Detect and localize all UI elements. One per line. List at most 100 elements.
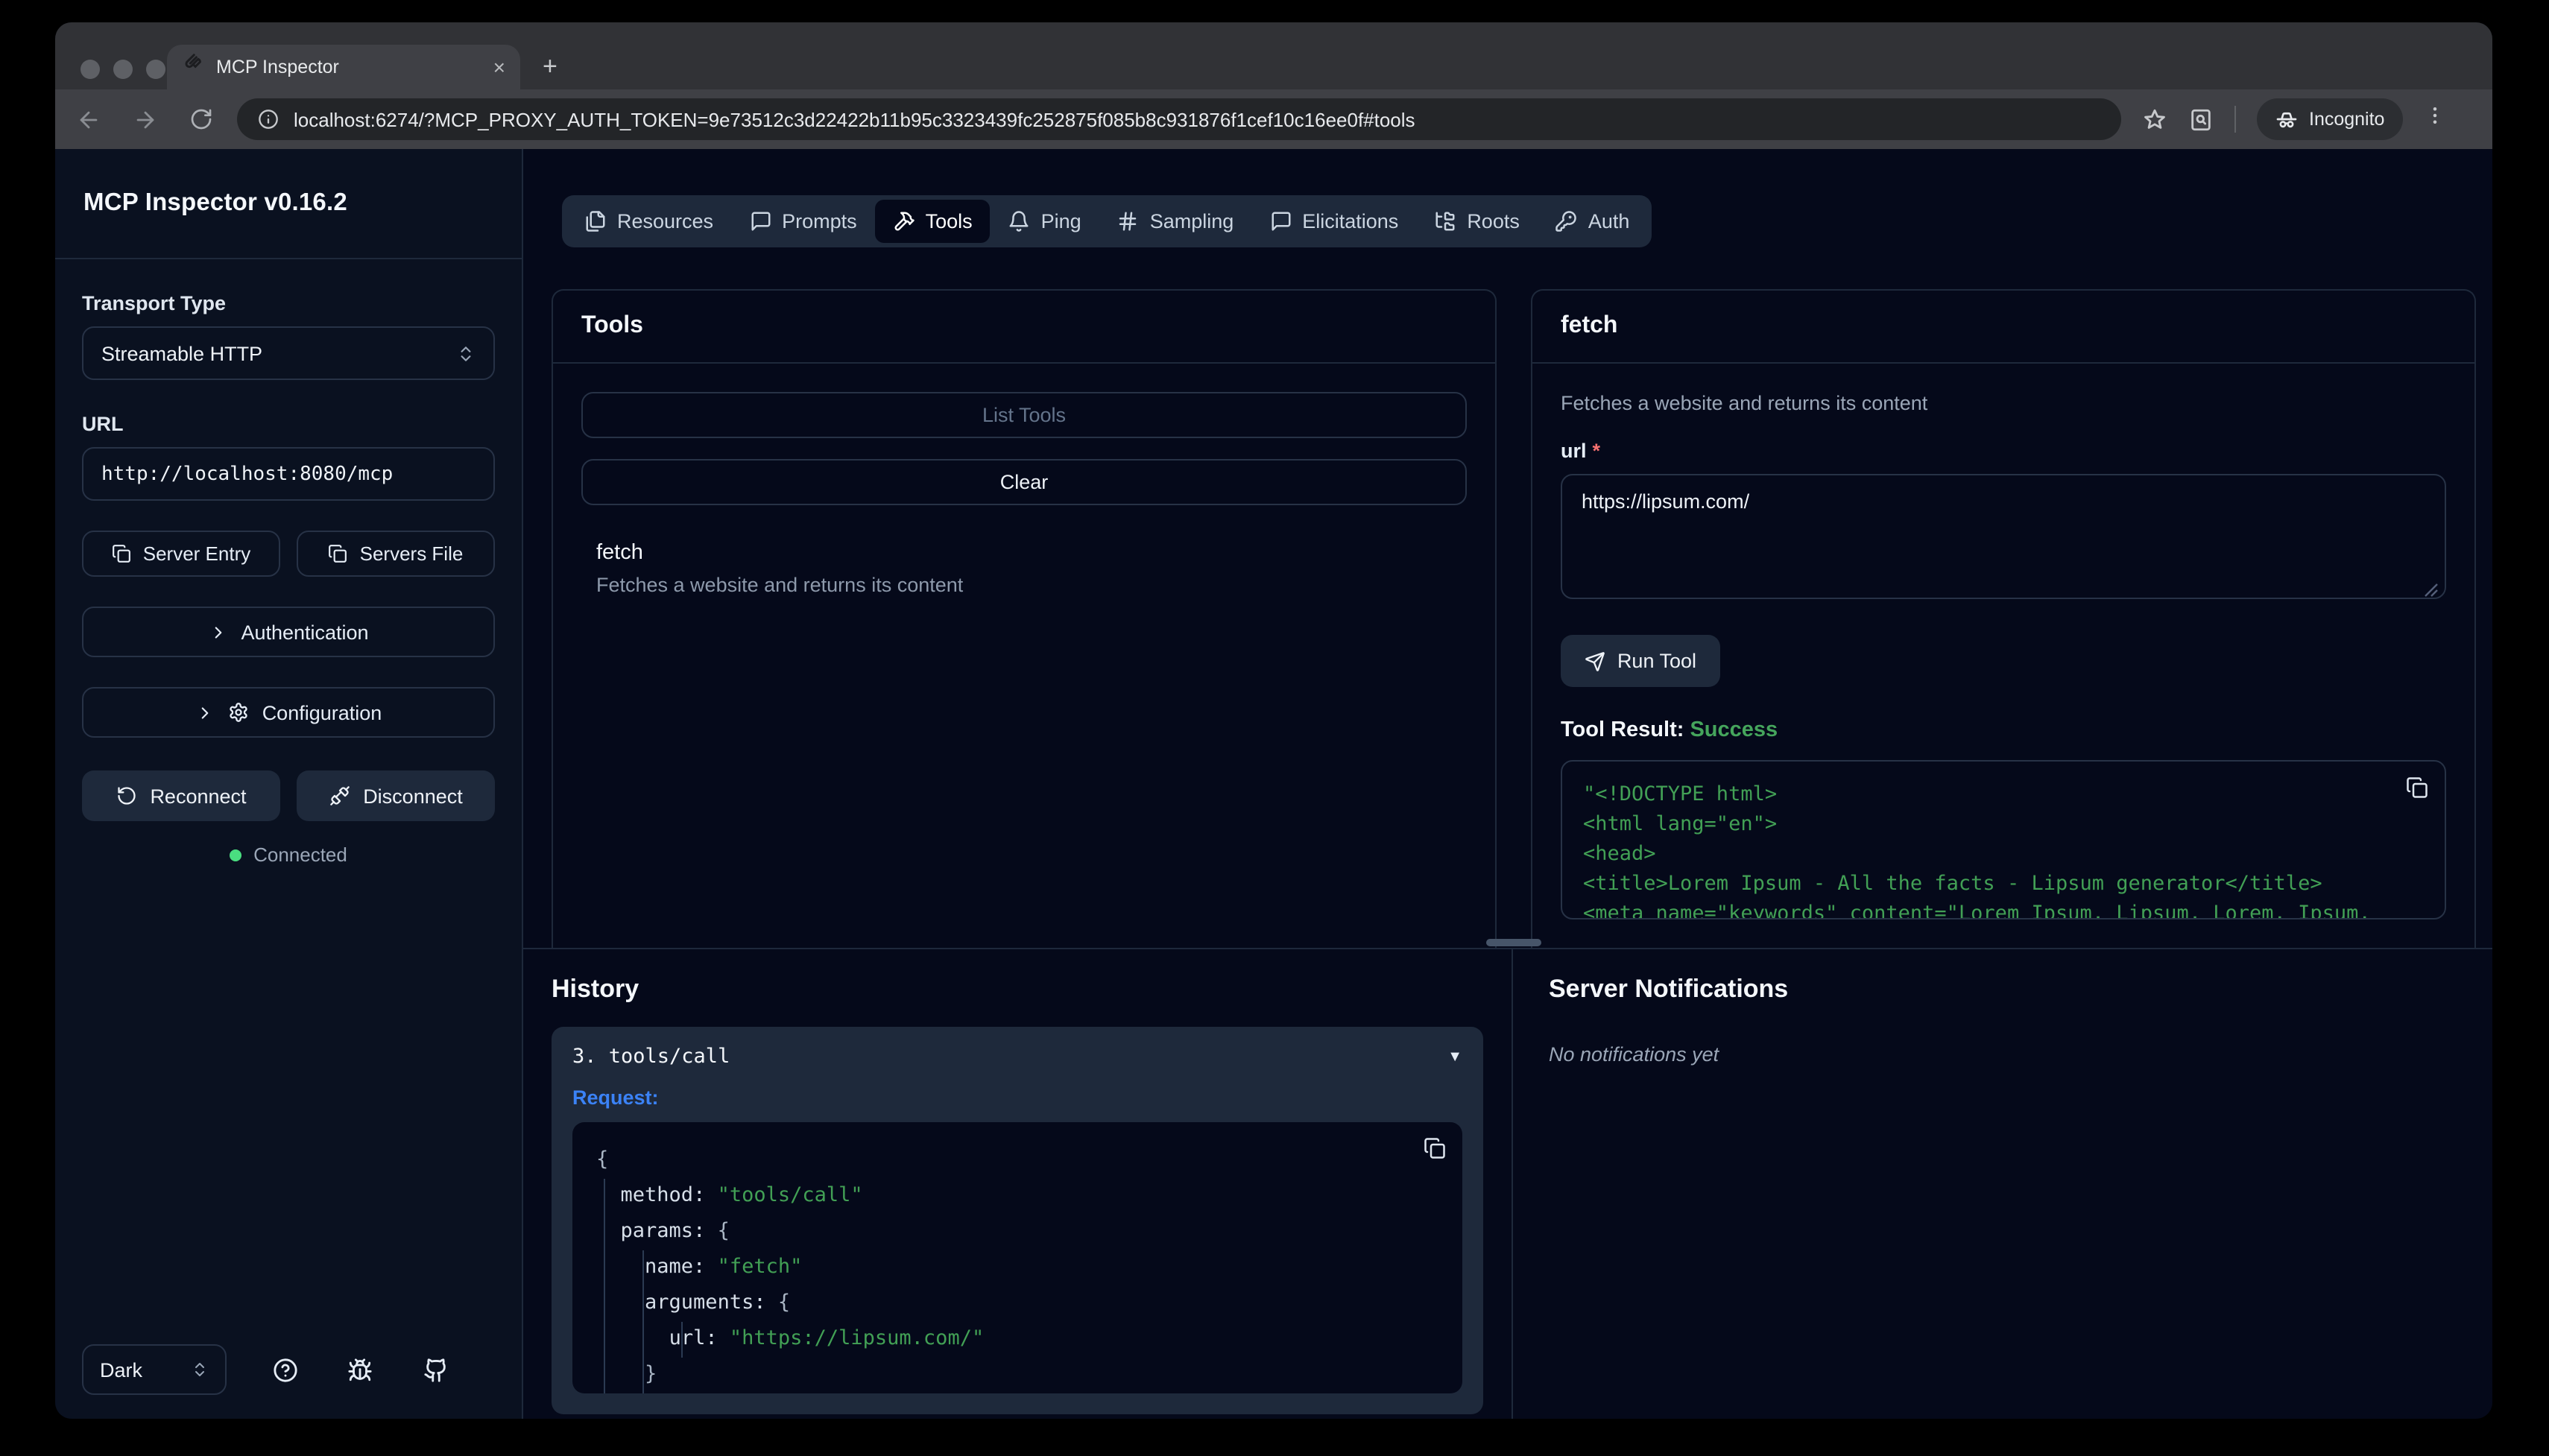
folder-tree-icon (1434, 210, 1456, 232)
tool-result-line: Tool Result: Success (1561, 718, 2446, 742)
incognito-icon (2275, 107, 2299, 131)
url-bar[interactable]: localhost:6274/?MCP_PROXY_AUTH_TOKEN=9e7… (237, 98, 2121, 140)
reconnect-button[interactable]: Reconnect (82, 770, 280, 821)
connection-status: Connected (82, 843, 495, 866)
copy-request-icon[interactable] (1424, 1137, 1446, 1159)
json-line: arguments: { (596, 1285, 1403, 1320)
servers-file-label: Servers File (360, 542, 464, 565)
configuration-button[interactable]: Configuration (82, 687, 495, 738)
bookmark-star-icon[interactable] (2142, 107, 2167, 132)
url-label: URL (82, 413, 495, 435)
url-param-input[interactable]: https://lipsum.com/ (1561, 474, 2446, 599)
incognito-label: Incognito (2309, 109, 2384, 130)
key-icon (1555, 210, 1578, 232)
clear-tools-button[interactable]: Clear (581, 459, 1467, 505)
history-title: History (552, 975, 1483, 1004)
incognito-badge: Incognito (2257, 98, 2402, 140)
collapse-caret-icon[interactable]: ▼ (1447, 1048, 1462, 1065)
configuration-label: Configuration (262, 701, 382, 724)
server-notifications-title: Server Notifications (1549, 975, 2457, 1004)
split-drag-handle[interactable] (1486, 939, 1541, 946)
tool-list-item[interactable]: fetchFetches a website and returns its c… (596, 541, 1452, 596)
theme-select[interactable]: Dark (82, 1344, 227, 1395)
back-icon[interactable] (76, 107, 101, 132)
window-controls[interactable] (80, 60, 165, 79)
indent-guide (604, 1179, 605, 1393)
tools-panel: Tools List Tools Clear fetchFetches a we… (552, 289, 1497, 948)
new-tab-button[interactable]: + (543, 54, 558, 79)
toolbar-divider (2234, 106, 2236, 133)
copy-icon (329, 544, 348, 563)
servers-file-button[interactable]: Servers File (297, 531, 495, 577)
run-tool-button[interactable]: Run Tool (1561, 635, 1720, 687)
authentication-label: Authentication (241, 621, 368, 643)
tool-result-output: "<!DOCTYPE html> <html lang="en"> <head>… (1561, 760, 2446, 920)
tab-favicon mcp-logo-icon (182, 52, 204, 82)
tab-resources[interactable]: Resources (566, 200, 731, 243)
tab-elicitations[interactable]: Elicitations (1251, 200, 1416, 243)
site-info-icon[interactable] (258, 109, 279, 130)
tools-panel-title: Tools (581, 313, 1467, 340)
forward-icon[interactable] (133, 107, 158, 132)
chevrons-up-down-icon (456, 344, 476, 363)
bug-report-icon[interactable] (348, 1357, 373, 1382)
no-notifications-message: No notifications yet (1549, 1043, 2457, 1066)
history-entry[interactable]: 3. tools/call ▼ Request: { method: "tool… (552, 1027, 1483, 1414)
request-json-lines: { method: "tools/call" params: { name: "… (596, 1142, 1403, 1392)
disconnect-label: Disconnect (363, 785, 463, 807)
browser-menu-icon[interactable] (2423, 104, 2445, 134)
gear-icon (228, 702, 249, 723)
reload-icon[interactable] (189, 107, 213, 131)
copy-result-icon[interactable] (2406, 776, 2428, 799)
tab-label: Resources (617, 210, 713, 232)
json-line: } (596, 1356, 1403, 1392)
json-line: { (596, 1142, 1403, 1177)
url-text: localhost:6274/?MCP_PROXY_AUTH_TOKEN=9e7… (294, 108, 1415, 130)
request-label: Request: (572, 1086, 1462, 1109)
browser-window: MCP Inspector × + (55, 22, 2492, 1419)
app-title: MCP Inspector v0.16.2 (83, 189, 347, 218)
resize-handle-icon[interactable] (2424, 583, 2439, 598)
transport-type-value: Streamable HTTP (101, 342, 262, 364)
bell-icon (1008, 210, 1031, 232)
transport-type-select[interactable]: Streamable HTTP (82, 326, 495, 380)
tool-result-status: Success (1690, 718, 1778, 742)
tab-label: Tools (926, 210, 973, 232)
close-window-button[interactable] (80, 60, 100, 79)
tab-auth[interactable]: Auth (1538, 200, 1648, 243)
help-icon[interactable] (273, 1357, 298, 1382)
server-entry-label: Server Entry (143, 542, 251, 565)
github-icon[interactable] (423, 1357, 449, 1382)
tool-result-label: Tool Result: (1561, 718, 1684, 742)
browser-toolbar: localhost:6274/?MCP_PROXY_AUTH_TOKEN=9e7… (55, 89, 2492, 149)
browser-tab[interactable]: MCP Inspector × (167, 45, 520, 89)
tool-result-code: "<!DOCTYPE html> <html lang="en"> <head>… (1583, 779, 2385, 920)
tools-panel-header: Tools (553, 291, 1495, 364)
param-name: url (1561, 440, 1587, 462)
minimize-window-button[interactable] (113, 60, 133, 79)
authentication-button[interactable]: Authentication (82, 607, 495, 657)
tab-ping[interactable]: Ping (991, 200, 1099, 243)
tab-close-icon[interactable]: × (493, 55, 505, 79)
tab-tools[interactable]: Tools (875, 200, 991, 243)
screenshot-root: MCP Inspector × + (0, 0, 2549, 1456)
tab-sampling[interactable]: Sampling (1099, 200, 1252, 243)
tool-name: fetch (596, 541, 1452, 565)
chevrons-up-down-icon (191, 1361, 209, 1379)
server-url-input[interactable]: http://localhost:8080/mcp (82, 447, 495, 501)
tab-title: MCP Inspector (216, 57, 481, 77)
disconnect-button[interactable]: Disconnect (297, 770, 495, 821)
zoom-window-button[interactable] (146, 60, 165, 79)
tab-label: Auth (1588, 210, 1630, 232)
hash-icon (1117, 210, 1140, 232)
chevron-right-icon (195, 703, 215, 722)
history-panel: History 3. tools/call ▼ Request: (523, 949, 1513, 1419)
tab-prompts[interactable]: Prompts (731, 200, 875, 243)
server-entry-button[interactable]: Server Entry (82, 531, 280, 577)
list-tools-button[interactable]: List Tools (581, 392, 1467, 438)
tool-detail-title: fetch (1561, 313, 2446, 340)
tab-roots[interactable]: Roots (1416, 200, 1538, 243)
tab-label: Ping (1041, 210, 1081, 232)
message-square-icon (749, 210, 771, 232)
search-tabs-icon[interactable] (2188, 107, 2214, 132)
